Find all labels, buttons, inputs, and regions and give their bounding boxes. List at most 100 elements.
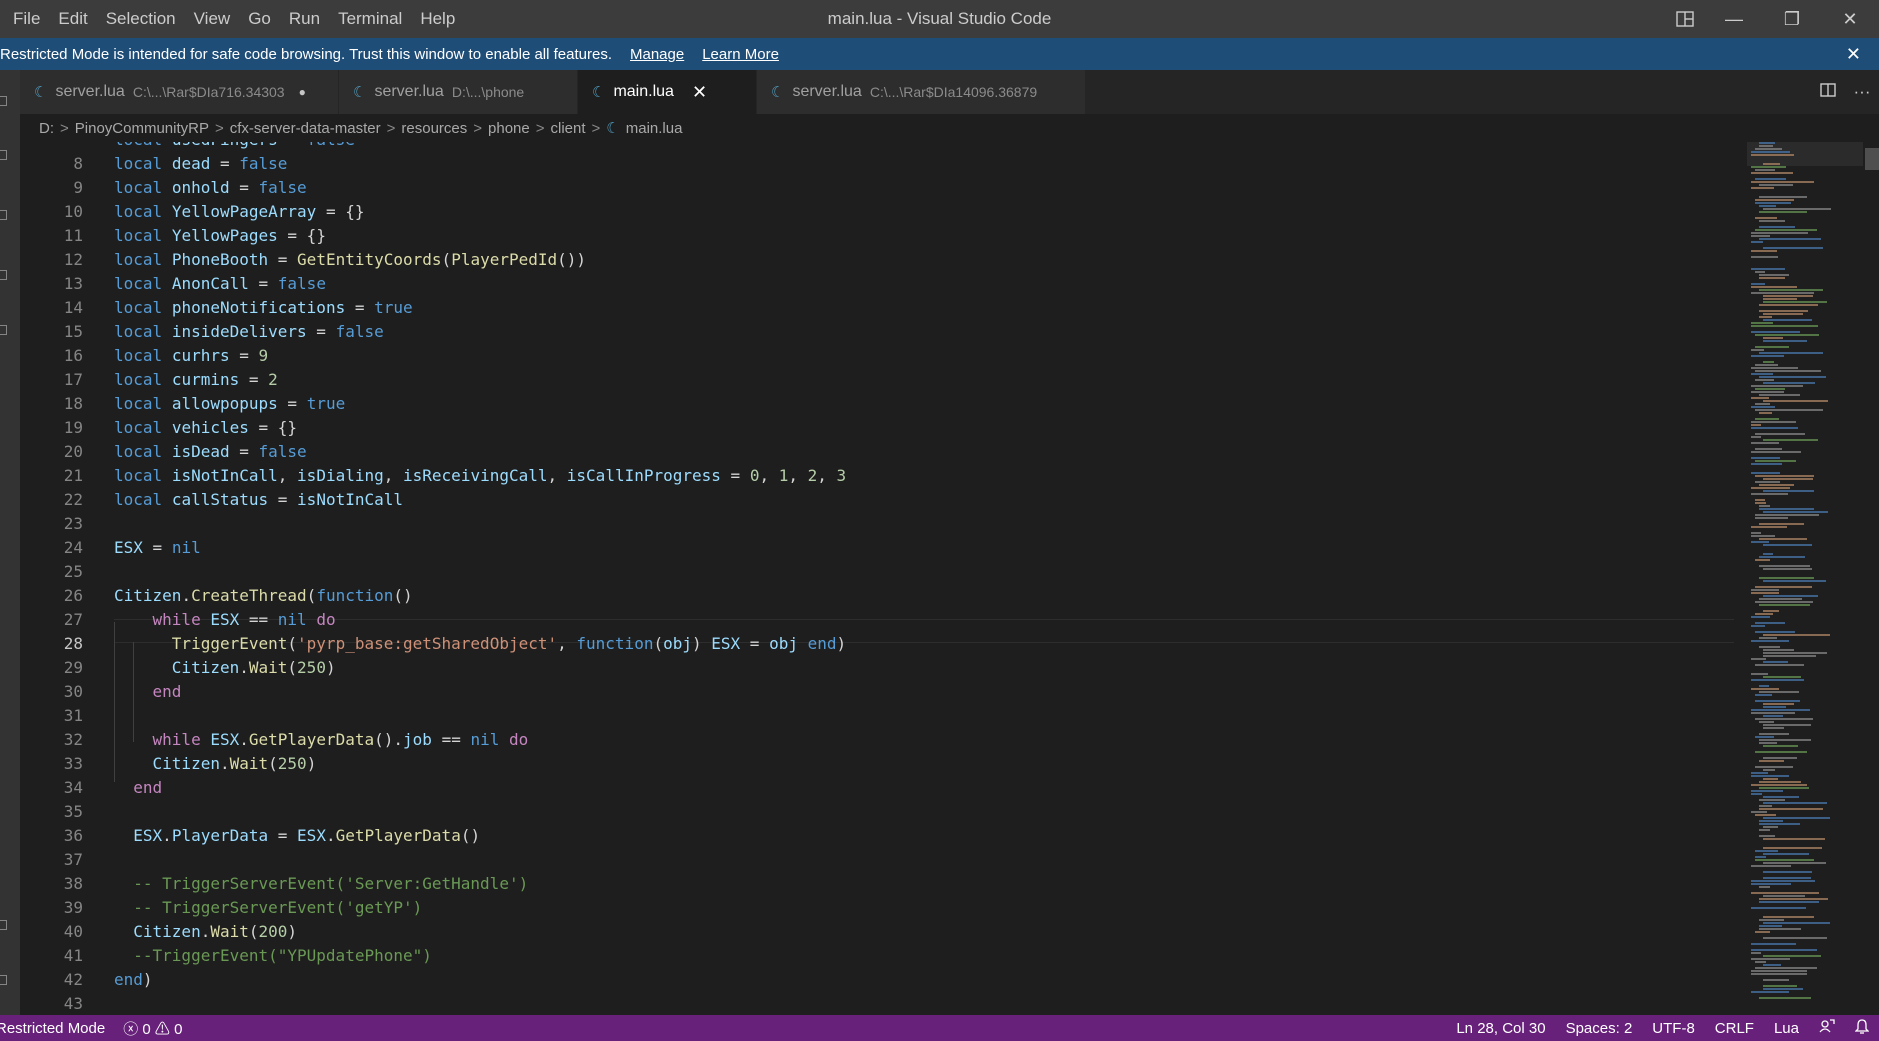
breadcrumb-item[interactable]: PinoyCommunityRP <box>75 120 209 137</box>
code-line: local AnonCall = false <box>114 274 326 293</box>
menu-selection[interactable]: Selection <box>97 0 185 38</box>
minimap-line <box>1759 901 1819 903</box>
minimap-line <box>1763 745 1798 747</box>
feedback-icon[interactable] <box>1809 1018 1845 1038</box>
minimap-line <box>1759 523 1804 525</box>
menu-view[interactable]: View <box>185 0 240 38</box>
cursor-position[interactable]: Ln 28, Col 30 <box>1446 1020 1555 1037</box>
end-of-line[interactable]: CRLF <box>1705 1020 1764 1037</box>
activity-bar <box>0 70 20 1015</box>
menu-file[interactable]: File <box>4 0 49 38</box>
indentation[interactable]: Spaces: 2 <box>1556 1020 1643 1037</box>
minimap-line <box>1759 196 1807 198</box>
encoding[interactable]: UTF-8 <box>1642 1020 1705 1037</box>
settings-gear-icon[interactable] <box>0 975 7 985</box>
scrollbar-thumb[interactable] <box>1865 148 1879 170</box>
menu-go[interactable]: Go <box>239 0 280 38</box>
minimap-line <box>1759 898 1828 900</box>
problems-indicator[interactable]: ⓧ 0 ⚠ 0 <box>115 1018 190 1039</box>
minimap-line <box>1751 427 1798 429</box>
layout-icon[interactable] <box>1665 0 1705 38</box>
minimap-line <box>1755 199 1794 201</box>
menu-help[interactable]: Help <box>411 0 464 38</box>
vertical-scrollbar[interactable] <box>1863 142 1879 1014</box>
tab-close-icon[interactable]: ✕ <box>692 82 707 103</box>
minimap-line <box>1751 784 1807 786</box>
lua-file-icon: ☾ <box>771 84 785 101</box>
close-window-button[interactable]: ✕ <box>1821 0 1879 38</box>
minimap-line <box>1755 148 1782 150</box>
minimap-line <box>1755 229 1817 231</box>
breadcrumb-item[interactable]: cfx-server-data-master <box>230 120 381 137</box>
minimap-line <box>1751 487 1790 489</box>
minimap-line <box>1755 718 1813 720</box>
warning-count: 0 <box>174 1020 183 1038</box>
extensions-icon[interactable] <box>0 325 7 335</box>
breadcrumb: D: > PinoyCommunityRP > cfx-server-data-… <box>20 114 1759 142</box>
run-debug-icon[interactable] <box>0 270 7 280</box>
minimap-line <box>1751 268 1785 270</box>
minimap-line <box>1751 679 1804 681</box>
tab-server-lua-rar2[interactable]: ☾ server.lua C:\...\Rar$DIa14096.36879 <box>757 70 1086 114</box>
more-actions-icon[interactable]: ··· <box>1845 82 1879 102</box>
minimap-line <box>1759 376 1826 378</box>
minimap-line <box>1759 928 1801 930</box>
breadcrumb-item[interactable]: D: <box>39 120 54 137</box>
breadcrumb-item[interactable]: phone <box>488 120 530 137</box>
code-editor[interactable]: local usedFingers = false local dead = f… <box>114 142 1734 1014</box>
learn-more-link[interactable]: Learn More <box>702 46 779 63</box>
minimap-line <box>1759 394 1800 396</box>
minimap-line <box>1751 592 1779 594</box>
minimap-line <box>1751 535 1775 537</box>
minimap-line <box>1755 178 1786 180</box>
breadcrumb-item[interactable]: main.lua <box>626 120 683 137</box>
minimap-line <box>1755 850 1778 852</box>
code-line: local isDead = false <box>114 442 307 461</box>
split-editor-icon[interactable] <box>1811 82 1845 103</box>
minimap-line <box>1751 625 1765 627</box>
restricted-mode-indicator[interactable]: Restricted Mode <box>0 1020 115 1037</box>
minimap-line <box>1755 601 1813 603</box>
explorer-icon[interactable] <box>0 96 7 106</box>
code-line: -- TriggerServerEvent('getYP') <box>133 898 423 917</box>
tab-server-lua-rar1[interactable]: ☾ server.lua C:\...\Rar$DIa716.34303 ● <box>20 70 339 114</box>
tab-label: main.lua <box>613 83 674 100</box>
minimap-line <box>1759 577 1814 579</box>
minimap-line <box>1759 484 1794 486</box>
minimap-line <box>1759 637 1777 639</box>
minimap-line <box>1751 880 1815 882</box>
breadcrumb-item[interactable]: resources <box>401 120 467 137</box>
minimap[interactable] <box>1747 142 1863 1014</box>
bell-icon[interactable] <box>1845 1018 1879 1038</box>
minimap-line <box>1759 691 1799 693</box>
menu-run[interactable]: Run <box>280 0 329 38</box>
language-mode[interactable]: Lua <box>1764 1020 1809 1037</box>
banner-close-icon[interactable]: ✕ <box>1846 38 1861 70</box>
manage-link[interactable]: Manage <box>630 46 684 63</box>
account-icon[interactable] <box>0 920 7 930</box>
tab-server-lua-phone[interactable]: ☾ server.lua D:\...\phone <box>339 70 578 114</box>
minimap-line <box>1759 739 1811 741</box>
minimap-line <box>1759 412 1772 414</box>
minimap-line <box>1751 892 1819 894</box>
source-control-icon[interactable] <box>0 210 7 220</box>
minimap-line <box>1751 421 1796 423</box>
menu-terminal[interactable]: Terminal <box>329 0 411 38</box>
minimap-line <box>1751 991 1789 993</box>
restore-button[interactable]: ❐ <box>1763 0 1821 38</box>
status-left: Restricted Mode ⓧ 0 ⚠ 0 <box>0 1015 190 1041</box>
minimap-line <box>1751 640 1789 642</box>
minimap-line <box>1755 475 1814 477</box>
code-line: --TriggerEvent("YPUpdatePhone") <box>133 946 432 965</box>
breadcrumb-item[interactable]: client <box>551 120 586 137</box>
tab-main-lua[interactable]: ☾ main.lua ✕ <box>578 70 757 114</box>
minimap-line <box>1763 478 1813 480</box>
line-number: 21 <box>63 466 83 485</box>
minimize-button[interactable]: — <box>1705 0 1763 38</box>
minimap-line <box>1751 688 1779 690</box>
menu-edit[interactable]: Edit <box>49 0 96 38</box>
line-number: 15 <box>63 322 83 341</box>
line-number: 22 <box>63 490 83 509</box>
line-number: 40 <box>63 922 83 941</box>
search-icon[interactable] <box>0 150 7 160</box>
